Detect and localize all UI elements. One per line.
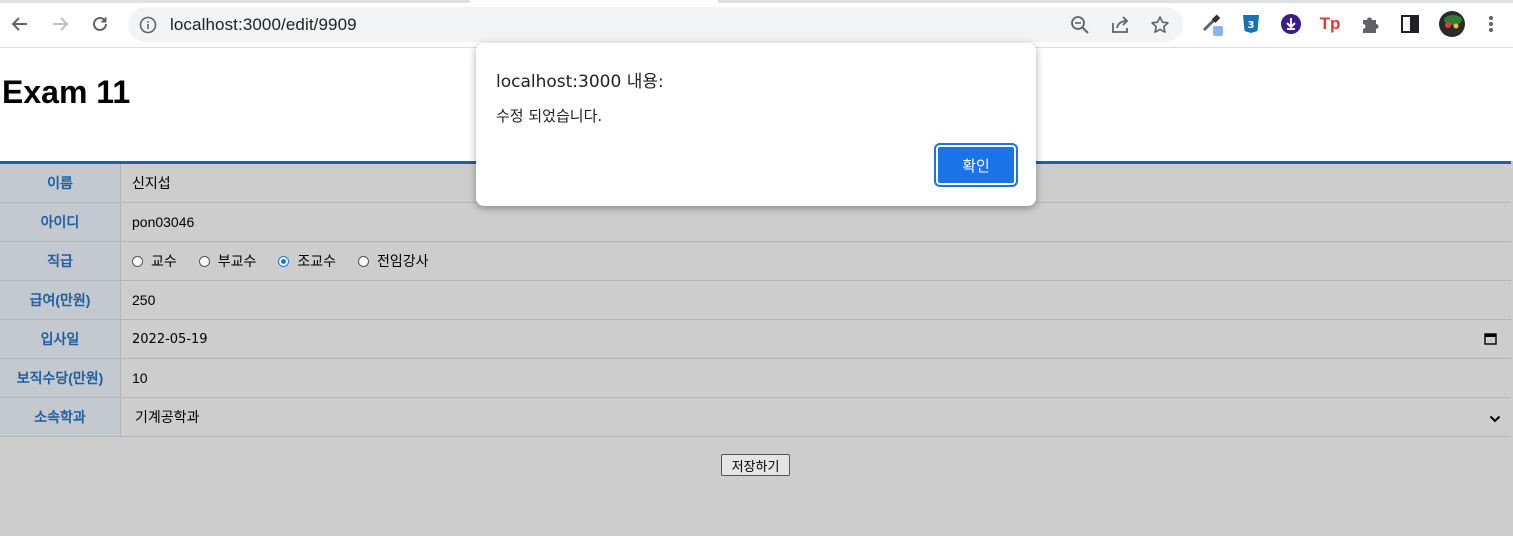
position-label: 직급 [0, 242, 121, 280]
form-row-department: 소속학과 기계공학과 [0, 398, 1511, 437]
form-row-id: 아이디 pon03046 [0, 203, 1511, 242]
form-row-salary: 급여(만원) 250 [0, 281, 1511, 320]
radio-label: 전임강사 [377, 253, 429, 269]
allowance-label: 보직수당(만원) [0, 359, 121, 397]
position-radio-lecturer[interactable]: 전임강사 [358, 251, 429, 271]
save-button[interactable]: 저장하기 [721, 454, 790, 476]
radio-button[interactable] [358, 255, 370, 267]
page-title: Exam 11 [2, 74, 131, 110]
side-panel-icon[interactable] [1398, 12, 1422, 36]
form-row-hire-date: 입사일 2022-05-19 [0, 320, 1511, 359]
radio-button[interactable] [132, 255, 143, 267]
calendar-icon[interactable] [1484, 332, 1497, 348]
name-field[interactable]: 신지섭 [132, 173, 171, 193]
radio-button[interactable] [198, 255, 210, 267]
css-extension-icon[interactable]: 3 [1239, 12, 1263, 36]
radio-button-selected[interactable] [278, 255, 290, 267]
puzzle-extensions-icon[interactable] [1358, 12, 1382, 36]
reload-button[interactable] [84, 8, 116, 40]
allowance-field[interactable]: 10 [132, 370, 148, 386]
salary-label: 급여(만원) [0, 281, 121, 319]
eyedropper-extension-icon[interactable] [1200, 12, 1224, 36]
radio-label: 부교수 [217, 253, 257, 269]
share-icon[interactable] [1108, 13, 1132, 37]
department-selected-value: 기계공학과 [135, 409, 200, 425]
chevron-down-icon[interactable] [1489, 411, 1501, 427]
alert-message: 수정 되었습니다. [496, 107, 603, 125]
chrome-menu-icon[interactable] [1479, 12, 1503, 36]
tab-strip-edge [0, 0, 470, 3]
alert-title: localhost:3000 내용: [496, 72, 664, 92]
back-button[interactable] [4, 8, 36, 40]
alert-ok-button[interactable]: 확인 [934, 143, 1018, 187]
bookmark-star-icon[interactable] [1148, 13, 1172, 37]
site-info-icon[interactable] [138, 15, 158, 35]
hire-date-label: 입사일 [0, 320, 121, 358]
svg-text:3: 3 [1248, 20, 1255, 31]
tab-strip-edge [718, 0, 1513, 3]
tp-extension-icon[interactable]: Tp [1318, 12, 1342, 36]
download-extension-icon[interactable] [1279, 12, 1303, 36]
address-bar[interactable]: localhost:3000/edit/9909 [128, 7, 1183, 42]
back-arrow-icon [11, 17, 27, 31]
hire-date-field[interactable]: 2022-05-19 [132, 320, 1511, 358]
department-select[interactable]: 기계공학과 [132, 398, 1511, 436]
name-label: 이름 [0, 164, 121, 202]
radio-label: 조교수 [297, 253, 337, 269]
form-row-allowance: 보직수당(만원) 10 [0, 359, 1511, 398]
alert-dialog: localhost:3000 내용: 수정 되었습니다. 확인 [476, 43, 1036, 206]
position-radio-professor[interactable]: 교수 [132, 251, 177, 271]
id-label: 아이디 [0, 203, 121, 241]
department-label: 소속학과 [0, 398, 121, 436]
reload-icon [93, 16, 107, 31]
salary-field[interactable]: 250 [132, 292, 155, 308]
url-text[interactable]: localhost:3000/edit/9909 [170, 15, 357, 35]
hire-date-value: 2022-05-19 [132, 331, 208, 347]
tp-extension-label: Tp [1319, 14, 1341, 33]
zoom-icon[interactable] [1068, 13, 1092, 37]
position-radio-associate[interactable]: 부교수 [198, 251, 257, 271]
position-radio-group: 교수 부교수 조교수 전임강사 [132, 242, 1511, 280]
radio-label: 교수 [151, 253, 177, 269]
id-field[interactable]: pon03046 [132, 214, 194, 230]
forward-arrow-icon [53, 17, 69, 31]
profile-avatar[interactable] [1438, 10, 1466, 38]
position-radio-assistant[interactable]: 조교수 [278, 251, 336, 271]
forward-button[interactable] [44, 8, 76, 40]
form-row-position: 직급 교수 부교수 조교수 전임강사 [0, 242, 1511, 281]
browser-toolbar: localhost:3000/edit/9909 3 Tp [0, 0, 1513, 48]
